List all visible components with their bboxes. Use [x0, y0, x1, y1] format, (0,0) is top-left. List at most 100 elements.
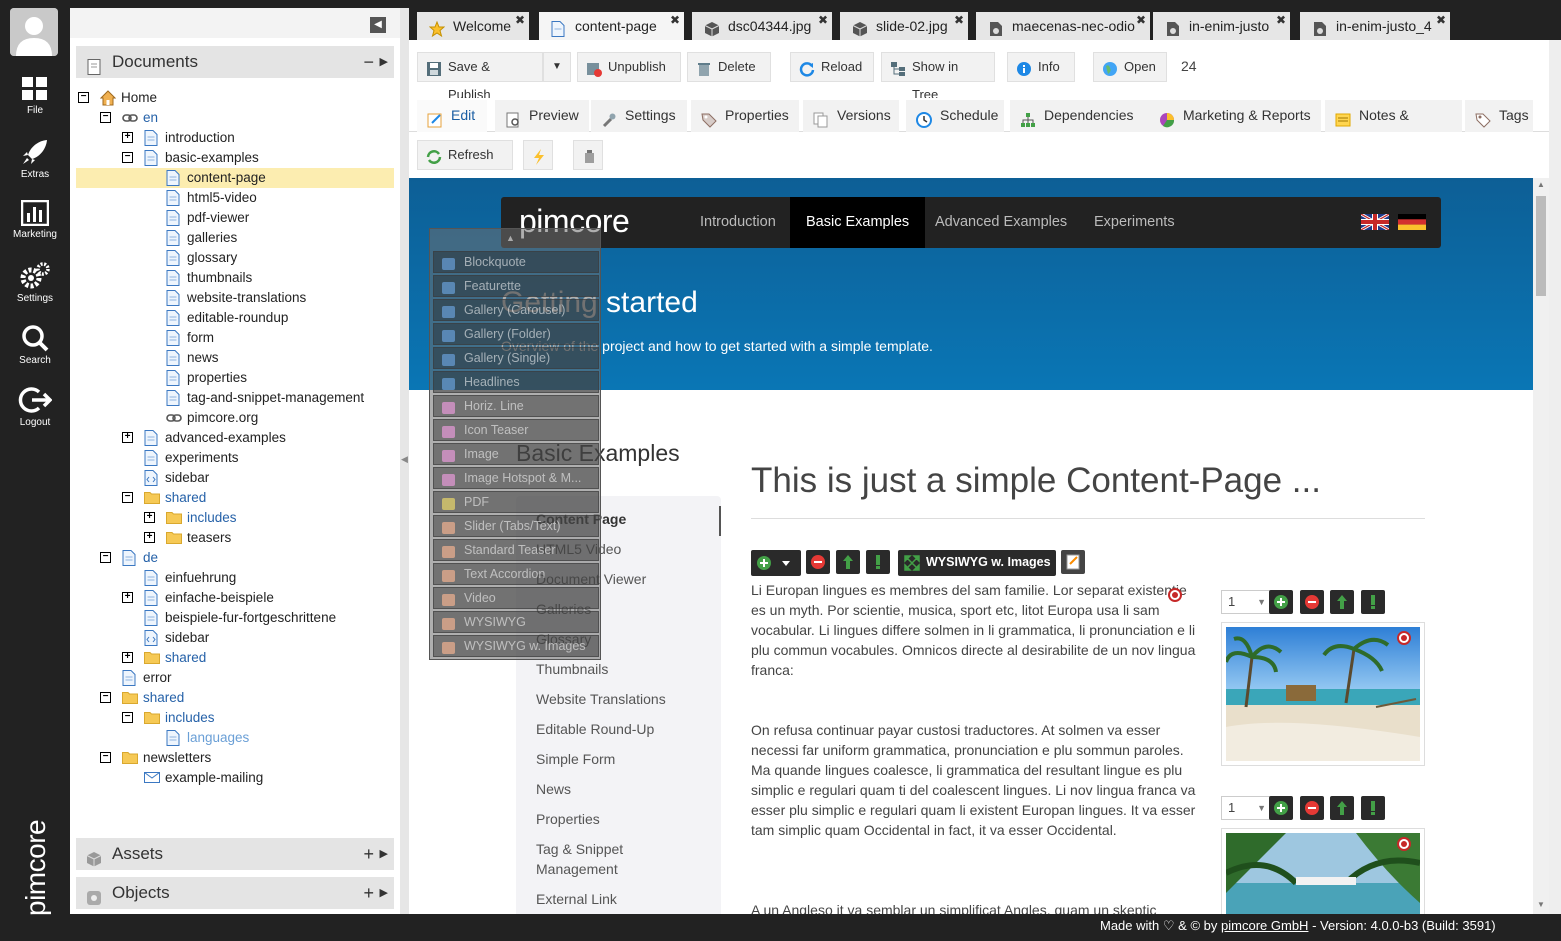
menu-extras[interactable]: Extras [0, 138, 70, 194]
tree-node[interactable]: news [70, 348, 390, 368]
tree-node[interactable]: form [70, 328, 390, 348]
areablock-option[interactable]: PDF [433, 491, 599, 513]
collapse-panel-button[interactable]: ◀ [370, 17, 386, 33]
tree-node[interactable]: editable-roundup [70, 308, 390, 328]
delete-button[interactable]: Delete [687, 52, 771, 82]
subtab-notes-events[interactable]: Notes & Events [1325, 100, 1462, 153]
image-up-button[interactable] [1330, 590, 1354, 614]
tree-toggle-collapse-icon[interactable]: − [100, 552, 111, 563]
add-object-button[interactable]: + [363, 877, 374, 909]
tree-node[interactable]: + includes [70, 508, 390, 528]
tree-toggle-expand-icon[interactable]: + [122, 132, 133, 143]
flag-de-icon[interactable] [1398, 214, 1426, 230]
beach-image[interactable] [1221, 622, 1425, 766]
areablock-option[interactable]: Video [433, 587, 599, 609]
image-down-button[interactable] [1361, 796, 1385, 820]
subtab-settings[interactable]: Settings [591, 100, 687, 132]
site-nav-introduction[interactable]: Introduction [700, 197, 776, 248]
image-add-button[interactable] [1269, 590, 1293, 614]
areablock-option[interactable]: Gallery (Folder) [433, 323, 599, 345]
sidebar-link[interactable]: Website Translations [536, 691, 666, 707]
subtab-preview[interactable]: Preview [495, 100, 589, 132]
expand-arrow-icon[interactable]: ▶ [380, 877, 388, 909]
tree-node[interactable]: example-mailing [70, 768, 390, 788]
expand-arrow-icon[interactable]: ▶ [380, 46, 388, 78]
tab-in-enim-justo[interactable]: in-enim-justo ✖ [1153, 12, 1290, 40]
hotspot-marker-icon[interactable] [1168, 588, 1182, 602]
image-remove-button[interactable] [1300, 796, 1324, 820]
panel-splitter[interactable]: ◀ [400, 8, 409, 914]
subtab-marketing-reports[interactable]: Marketing & Reports [1149, 100, 1321, 132]
info-button[interactable]: Info [1007, 52, 1075, 82]
subtab-properties[interactable]: Properties [691, 100, 799, 132]
tree-node[interactable]: − Home [70, 88, 390, 108]
refresh-button[interactable]: Refresh [417, 140, 513, 170]
areablock-option[interactable]: Image Hotspot & M... [433, 467, 599, 489]
site-nav-basic-examples[interactable]: Basic Examples [790, 197, 926, 248]
menu-settings[interactable]: Settings [0, 262, 70, 318]
tree-node[interactable]: − en [70, 108, 390, 128]
tree-toggle-expand-icon[interactable]: + [144, 532, 155, 543]
areablock-option[interactable]: Standard Teaser [433, 539, 599, 561]
areablock-option[interactable]: Text Accordion [433, 563, 599, 585]
reload-button[interactable]: Reload [790, 52, 874, 82]
menu-marketing[interactable]: Marketing [0, 200, 70, 256]
tree-node[interactable]: website-translations [70, 288, 390, 308]
add-block-button[interactable] [751, 550, 801, 576]
subtab-schedule[interactable]: Schedule [906, 100, 1004, 132]
tree-node[interactable]: − shared [70, 488, 390, 508]
tab-slide-02-jpg[interactable]: slide-02.jpg ✖ [840, 12, 968, 40]
site-nav-experiments[interactable]: Experiments [1094, 197, 1175, 248]
areablock-option[interactable]: Gallery (Carousel) [433, 299, 599, 321]
user-avatar[interactable] [10, 8, 58, 56]
content-paragraph-2[interactable]: On refusa continuar payar custosi traduc… [751, 720, 1196, 840]
tree-node[interactable]: − includes [70, 708, 390, 728]
close-icon[interactable]: ✖ [818, 6, 828, 34]
footer-company-link[interactable]: pimcore GmbH [1221, 918, 1308, 933]
tab-content-page[interactable]: content-page ✖ [539, 12, 684, 40]
highlight-editables-button[interactable] [523, 140, 553, 170]
areablock-option[interactable]: Icon Teaser [433, 419, 599, 441]
tree-node[interactable]: beispiele-fur-fortgeschrittene [70, 608, 390, 628]
add-asset-button[interactable]: + [363, 838, 374, 870]
areablock-option[interactable]: WYSIWYG [433, 611, 599, 633]
tree-node[interactable]: + shared [70, 648, 390, 668]
remove-block-button[interactable] [806, 550, 830, 574]
tree-toggle-collapse-icon[interactable]: − [122, 492, 133, 503]
show-in-tree-button[interactable]: Show in Tree [881, 52, 995, 102]
image-up-button[interactable] [1330, 796, 1354, 820]
tree-node[interactable]: languages [70, 728, 390, 748]
tree-node[interactable]: html5-video [70, 188, 390, 208]
menu-file[interactable]: File [0, 76, 70, 132]
palm-image[interactable] [1221, 828, 1425, 914]
objects-panel-header[interactable]: Objects + ▶ [76, 877, 394, 909]
tree-node[interactable]: einfuehrung [70, 568, 390, 588]
tree-toggle-collapse-icon[interactable]: − [78, 92, 89, 103]
tree-node[interactable]: tag-and-snippet-management [70, 388, 390, 408]
move-down-button[interactable] [866, 550, 890, 574]
content-paragraph-1[interactable]: Li Europan lingues es membres del sam fa… [751, 580, 1196, 680]
close-icon[interactable]: ✖ [954, 6, 964, 34]
sidebar-link[interactable]: Simple Form [536, 751, 615, 767]
tree-node[interactable]: content-page [76, 168, 394, 188]
hotspot-marker-icon[interactable] [1397, 837, 1411, 854]
tree-node[interactable]: thumbnails [70, 268, 390, 288]
image-remove-button[interactable] [1300, 590, 1324, 614]
save-publish-button[interactable]: Save & Publish [417, 52, 543, 102]
tree-node[interactable]: + einfache-beispiele [70, 588, 390, 608]
tree-toggle-collapse-icon[interactable]: − [100, 752, 111, 763]
close-icon[interactable]: ✖ [670, 6, 680, 34]
subtab-edit[interactable]: Edit [417, 100, 487, 132]
areablock-option[interactable]: Slider (Tabs/Text) [433, 515, 599, 537]
sidebar-link[interactable]: Tag & Snippet [536, 841, 623, 857]
hotspot-marker-icon[interactable] [1397, 631, 1411, 648]
site-nav-advanced-examples[interactable]: Advanced Examples [935, 197, 1067, 248]
subtab-dependencies[interactable]: Dependencies [1010, 100, 1153, 132]
edit-properties-button[interactable] [1061, 550, 1085, 574]
expand-arrow-icon[interactable]: ▶ [380, 838, 388, 870]
tree-node[interactable]: − shared [70, 688, 390, 708]
tree-toggle-expand-icon[interactable]: + [122, 652, 133, 663]
areablock-option[interactable]: Image [433, 443, 599, 465]
tab-welcome[interactable]: Welcome ✖ [417, 12, 529, 40]
areablock-option[interactable]: Headlines [433, 371, 599, 393]
